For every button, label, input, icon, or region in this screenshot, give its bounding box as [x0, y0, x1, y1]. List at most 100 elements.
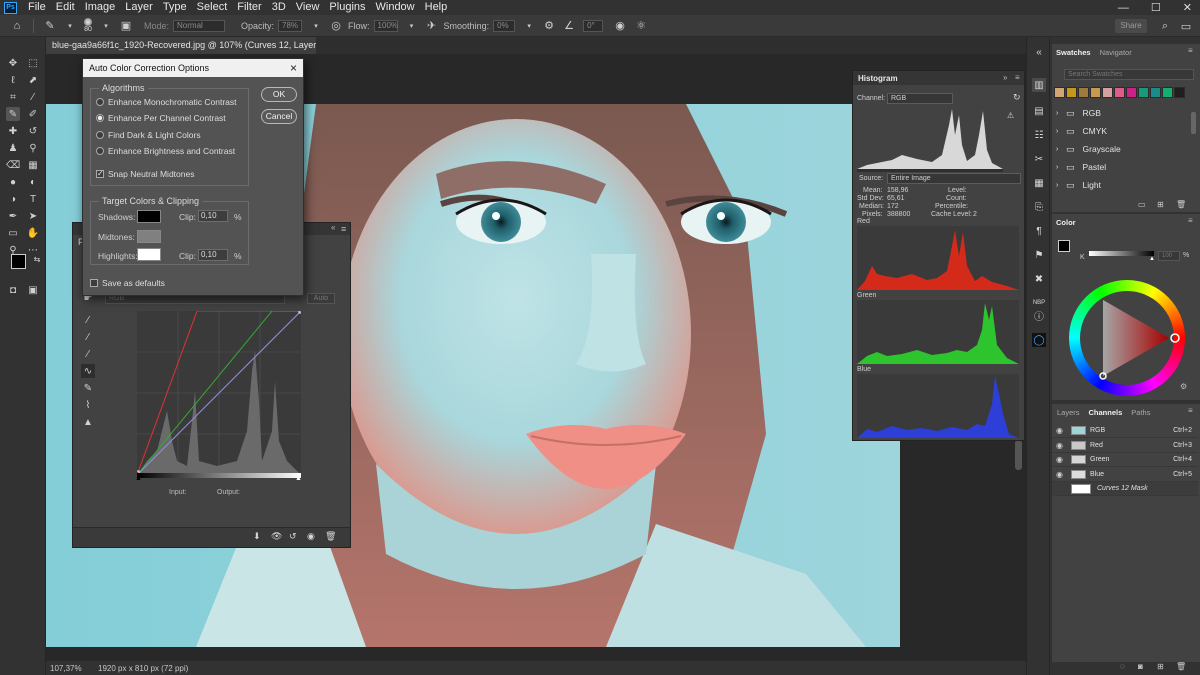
channel-row-blue[interactable]: ◉ Blue Ctrl+5 — [1052, 468, 1198, 482]
radio-button-selected[interactable] — [96, 114, 104, 122]
gradient-tool-icon[interactable]: ▦ — [26, 158, 40, 172]
mode-select[interactable]: Normal — [173, 19, 226, 32]
algo-monochromatic-option[interactable]: Enhance Monochromatic Contrast — [96, 97, 237, 107]
plugin-circle-icon[interactable]: ◯ — [1032, 333, 1046, 347]
smoothing-input[interactable]: 0% — [493, 19, 516, 32]
flow-input[interactable]: 100% — [373, 19, 398, 32]
adjustments-icon[interactable]: ▦ — [1032, 176, 1046, 190]
checkbox-unchecked-icon[interactable] — [90, 279, 98, 287]
radio-button[interactable] — [96, 98, 104, 106]
load-selection-icon[interactable]: ◌ — [1120, 662, 1125, 671]
canvas-vertical-scrollbar[interactable] — [1015, 440, 1022, 470]
algo-dark-light-option[interactable]: Find Dark & Light Colors — [96, 130, 201, 140]
swap-colors-icon[interactable]: ⇆ — [30, 252, 44, 266]
shadows-clip-input[interactable]: 0,10 — [198, 210, 228, 222]
eyedropper-tool-icon[interactable]: ⁄ — [26, 90, 40, 104]
highlights-color-swatch[interactable] — [137, 248, 161, 261]
swatch-chip[interactable] — [1114, 87, 1125, 98]
minimize-button[interactable]: — — [1118, 2, 1129, 14]
delete-icon[interactable]: 🗑 — [325, 531, 336, 542]
visibility-icon[interactable]: ◉ — [307, 531, 315, 542]
channel-row-rgb[interactable]: ◉ RGB Ctrl+2 — [1052, 424, 1198, 438]
swatch-chip[interactable] — [1138, 87, 1149, 98]
channel-row-green[interactable]: ◉ Green Ctrl+4 — [1052, 453, 1198, 467]
document-tab[interactable]: blue-gaa9a66f1c_1920-Recovered.jpg @ 107… — [46, 37, 316, 54]
histogram-tab[interactable]: Histogram — [858, 74, 898, 83]
panel-menu-icon[interactable]: ≡ — [1188, 46, 1193, 55]
brush-preset-picker[interactable]: 80 — [80, 16, 96, 36]
stamp-tool-icon[interactable]: ♟ — [6, 141, 20, 155]
curve-point-icon[interactable]: ∿ — [81, 364, 95, 378]
eraser-tool-icon[interactable]: ⌫ — [6, 158, 20, 172]
save-selection-icon[interactable]: ◙ — [1138, 662, 1143, 671]
clone-source-icon[interactable]: ✂ — [1032, 152, 1046, 166]
brush-settings-icon[interactable]: ▣ — [119, 19, 133, 33]
visibility-eye-icon[interactable]: ◉ — [1056, 470, 1067, 479]
screen-mode-icon[interactable]: ▣ — [26, 283, 40, 297]
checkbox-checked-icon[interactable]: ✓ — [96, 170, 104, 178]
close-window-button[interactable]: ✕ — [1183, 1, 1192, 14]
panel-menu-icon[interactable]: ≡ — [1188, 406, 1193, 415]
tab-navigator[interactable]: Navigator — [1100, 48, 1132, 57]
radio-button[interactable] — [96, 131, 104, 139]
chevron-down-icon[interactable]: ▾ — [309, 19, 323, 33]
swatch-folder-grayscale[interactable]: › ▭ Grayscale — [1052, 140, 1200, 158]
menu-type[interactable]: Type — [158, 0, 192, 15]
menu-select[interactable]: Select — [192, 0, 233, 15]
foreground-color-swatch[interactable] — [11, 254, 26, 269]
highlights-clip-input[interactable]: 0,10 — [198, 249, 228, 261]
delete-icon[interactable]: 🗑 — [1176, 662, 1186, 671]
hand-tool-icon[interactable]: ✋ — [26, 226, 40, 240]
healing-tool-icon[interactable]: ✚ — [6, 124, 20, 138]
collapse-icon[interactable]: » — [1003, 73, 1007, 82]
collapse-icon[interactable]: « — [1032, 45, 1046, 59]
menu-help[interactable]: Help — [420, 0, 453, 15]
color-options-icon[interactable]: ⚙ — [1180, 382, 1187, 391]
mixer-brush-icon[interactable]: ⚲ — [26, 141, 40, 155]
ok-button[interactable]: OK — [261, 87, 297, 102]
info-icon[interactable]: ⓘ — [1032, 308, 1046, 323]
pencil-tool-icon[interactable]: ✐ — [26, 107, 40, 121]
panel-menu-icon[interactable]: ≡ — [1188, 216, 1193, 225]
radio-button[interactable] — [96, 147, 104, 155]
actions-icon[interactable]: ⚑ — [1032, 248, 1046, 262]
tab-paths[interactable]: Paths — [1131, 408, 1150, 417]
curve-pencil-icon[interactable]: ✎ — [81, 381, 95, 395]
auto-button[interactable]: Auto — [307, 293, 335, 304]
midtones-color-swatch[interactable] — [137, 230, 161, 243]
swatch-chip[interactable] — [1054, 87, 1065, 98]
warning-icon[interactable]: ⚠ — [1007, 111, 1014, 120]
color-fg-swatch[interactable] — [1058, 240, 1070, 252]
blur-tool-icon[interactable]: ● — [6, 175, 20, 189]
new-swatch-icon[interactable]: ⊞ — [1157, 200, 1164, 209]
dialog-titlebar[interactable]: Auto Color Correction Options × — [83, 59, 303, 77]
new-group-icon[interactable]: ▭ — [1138, 200, 1146, 209]
shape-tool-icon[interactable]: ▭ — [6, 226, 20, 240]
save-as-defaults-checkbox[interactable]: Save as defaults — [90, 278, 165, 288]
black-point-eyedropper-icon[interactable]: ⁄ — [81, 313, 95, 327]
swatch-chip[interactable] — [1090, 87, 1101, 98]
chevron-down-icon[interactable]: ▾ — [405, 19, 419, 33]
visibility-eye-icon[interactable]: ◉ — [1056, 426, 1067, 435]
black-slider-icon[interactable]: ▲ — [135, 475, 142, 482]
mask-channel-row[interactable]: Curves 12 Mask — [1052, 482, 1198, 496]
libraries-icon[interactable]: ⎘ — [1032, 200, 1046, 214]
swatch-folder-cmyk[interactable]: › ▭ CMYK — [1052, 122, 1200, 140]
tab-layers[interactable]: Layers — [1057, 408, 1080, 417]
k-value-input[interactable]: 100 — [1158, 251, 1180, 261]
menu-view[interactable]: View — [291, 0, 325, 15]
path-select-tool-icon[interactable]: ➤ — [26, 209, 40, 223]
angle-input[interactable]: 0° — [583, 19, 604, 32]
menu-window[interactable]: Window — [371, 0, 420, 15]
move-tool-icon[interactable]: ✥ — [6, 56, 20, 70]
panel-menu-icon[interactable]: ≡ — [341, 224, 346, 234]
white-slider-icon[interactable]: ▲ — [295, 475, 302, 482]
lasso-tool-icon[interactable]: ℓ — [6, 73, 20, 87]
tools-options-icon[interactable]: ✖ — [1032, 272, 1046, 286]
swatch-folder-light[interactable]: › ▭ Light — [1052, 176, 1200, 194]
crop-tool-icon[interactable]: ⌗ — [6, 90, 20, 104]
gray-point-eyedropper-icon[interactable]: ⁄ — [81, 330, 95, 344]
swatch-chip[interactable] — [1150, 87, 1161, 98]
visibility-eye-icon[interactable]: ◉ — [1056, 441, 1067, 450]
snap-neutral-midtones-checkbox[interactable]: ✓ Snap Neutral Midtones — [96, 169, 194, 179]
